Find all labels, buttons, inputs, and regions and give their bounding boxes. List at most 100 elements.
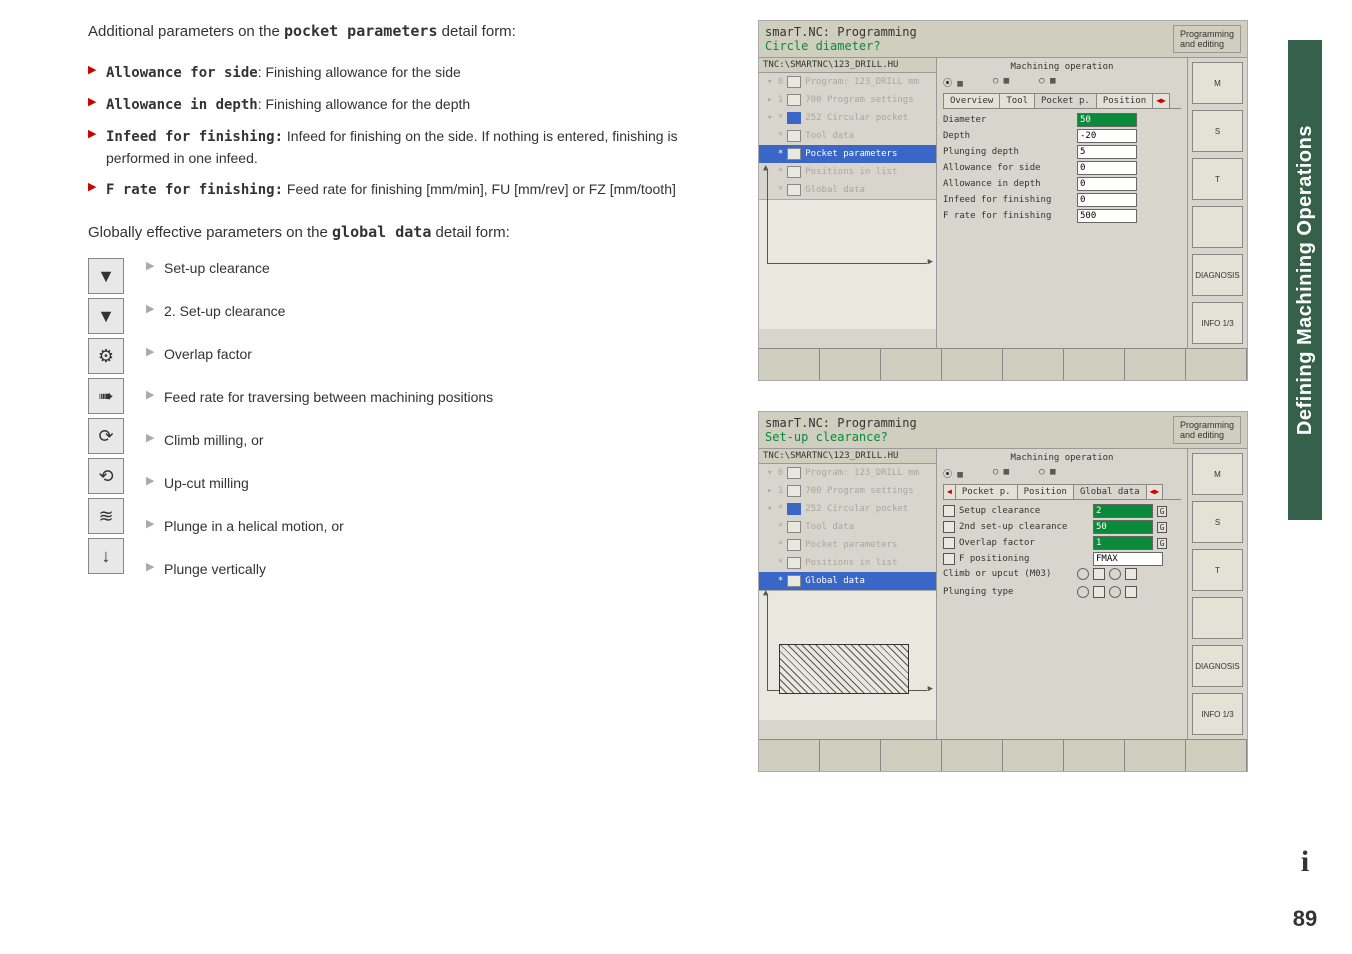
list-item: 2. Set-up clearance: [146, 301, 728, 322]
info-icon: i: [1290, 844, 1320, 880]
plunge-vertical-icon: ↓: [88, 538, 124, 574]
ss2-tree-header: TNC:\SMARTNC\123_DRILL.HU: [759, 449, 936, 464]
ss1-header-right: Programming and editing: [1173, 25, 1241, 53]
setup-clearance-icon: [943, 505, 955, 517]
ss2-title2: Set-up clearance?: [765, 430, 917, 444]
ss2-title1: smarT.NC: Programming: [765, 416, 917, 430]
second-setup-clearance-icon: ▼: [88, 298, 124, 334]
side-diagnosis-button[interactable]: DIAGNOSIS: [1192, 254, 1243, 296]
tab-pocket-p[interactable]: Pocket p.: [1034, 93, 1097, 108]
list-item: Set-up clearance: [146, 258, 728, 279]
climb-radio-group[interactable]: [1077, 568, 1137, 580]
form-row: 2nd set-up clearance50G: [943, 520, 1181, 534]
tree-item-active: *Pocket parameters: [759, 145, 936, 163]
list-item: Infeed for finishing: Infeed for finishi…: [88, 126, 728, 169]
side-t-button[interactable]: T: [1192, 158, 1243, 200]
ss1-softkey-bar: [759, 348, 1247, 380]
global-intro: Globally effective parameters on the glo…: [88, 221, 728, 245]
form-row: Plunging depth5: [943, 145, 1181, 159]
intro-text: Additional parameters on the pocket para…: [88, 20, 728, 44]
tree-item: *Positions in list: [759, 554, 936, 572]
intro-mono: pocket parameters: [284, 22, 438, 40]
tab-pocket-p[interactable]: Pocket p.: [955, 484, 1018, 499]
form-row: Allowance in depth0: [943, 177, 1181, 191]
form-row: Depth-20: [943, 129, 1181, 143]
form-row: Plunging type: [943, 586, 1181, 598]
pocket-params-list: Allowance for side: Finishing allowance …: [88, 62, 728, 201]
side-blank-button[interactable]: [1192, 206, 1243, 248]
climb-milling-icon: ⟳: [88, 418, 124, 454]
side-diagnosis-button[interactable]: DIAGNOSIS: [1192, 645, 1243, 687]
plunge-helical-icon: [1093, 586, 1105, 598]
overlap-factor-icon: [943, 537, 955, 549]
tree-item: *Positions in list: [759, 163, 936, 181]
ss1-side-buttons: M S T DIAGNOSIS INFO 1/3: [1187, 58, 1247, 348]
ss1-radio-row: ⦿ ▦○ ▦○ ▦: [943, 76, 1181, 89]
side-info-button[interactable]: INFO 1/3: [1192, 302, 1243, 344]
tab-scroll-right-icon[interactable]: ◀▶: [1146, 484, 1164, 499]
ss2-tabs: ◀ Pocket p. Position Global data ◀▶: [943, 484, 1181, 500]
ss1-form-header: Machining operation: [943, 62, 1181, 72]
side-tab: Defining Machining Operations: [1288, 40, 1322, 520]
tree-item: *Tool data: [759, 518, 936, 536]
intro-suffix: detail form:: [437, 23, 515, 40]
feed-traverse-icon: ➠: [88, 378, 124, 414]
list-item: Allowance for side: Finishing allowance …: [88, 62, 728, 84]
list-item: Plunge vertically: [146, 559, 728, 580]
form-row: F positioningFMAX: [943, 552, 1181, 566]
form-row: Climb or upcut (M03): [943, 568, 1181, 580]
f-positioning-icon: [943, 553, 955, 565]
ss1-title2: Circle diameter?: [765, 39, 917, 53]
tree-item: ▾ 0Program: 123_DRILL mm: [759, 464, 936, 482]
tab-global-data[interactable]: Global data: [1073, 484, 1147, 499]
tab-overview[interactable]: Overview: [943, 93, 1000, 108]
setup-clearance-icon: ▼: [88, 258, 124, 294]
ss2-side-buttons: M S T DIAGNOSIS INFO 1/3: [1187, 449, 1247, 739]
tab-position[interactable]: Position: [1017, 484, 1074, 499]
side-s-button[interactable]: S: [1192, 110, 1243, 152]
side-s-button[interactable]: S: [1192, 501, 1243, 543]
list-item: Climb milling, or: [146, 430, 728, 451]
tree-item-active: *Global data: [759, 572, 936, 590]
ss1-title1: smarT.NC: Programming: [765, 25, 917, 39]
tree-item: *Tool data: [759, 127, 936, 145]
ss2-softkey-bar: [759, 739, 1247, 771]
ss2-form-header: Machining operation: [943, 453, 1181, 463]
screenshot-global-data: smarT.NC: Programming Set-up clearance? …: [758, 411, 1248, 772]
tab-position[interactable]: Position: [1096, 93, 1153, 108]
list-item: Plunge in a helical motion, or: [146, 516, 728, 537]
g-badge: G: [1157, 522, 1167, 533]
tree-item: *Pocket parameters: [759, 536, 936, 554]
tab-scroll-arrow-icon[interactable]: ◀▶: [1152, 93, 1170, 108]
g-badge: G: [1157, 538, 1167, 549]
side-m-button[interactable]: M: [1192, 62, 1243, 104]
second-setup-clearance-icon: [943, 521, 955, 533]
g-badge: G: [1157, 506, 1167, 517]
tree-item: ▾ 0Program: 123_DRILL mm: [759, 73, 936, 91]
ss1-tabs: Overview Tool Pocket p. Position ◀▶: [943, 93, 1181, 109]
side-m-button[interactable]: M: [1192, 453, 1243, 495]
list-item: Feed rate for traversing between machini…: [146, 387, 728, 408]
side-tab-text: Defining Machining Operations: [1294, 125, 1317, 435]
tree-item: ▾ *252 Circular pocket: [759, 500, 936, 518]
tree-item: ▸ 1700 Program settings: [759, 482, 936, 500]
form-row: Diameter50: [943, 113, 1181, 127]
tree-item: ▸ 1700 Program settings: [759, 91, 936, 109]
side-info-button[interactable]: INFO 1/3: [1192, 693, 1243, 735]
global-icons-column: ▼ ▼ ⚙ ➠ ⟳ ⟲ ≋ ↓: [88, 258, 128, 602]
form-row: Overlap factor1G: [943, 536, 1181, 550]
list-item: Up-cut milling: [146, 473, 728, 494]
global-data-list: Set-up clearance 2. Set-up clearance Ove…: [146, 258, 728, 602]
plunge-helical-icon: ≋: [88, 498, 124, 534]
plunge-radio-group[interactable]: [1077, 586, 1137, 598]
list-item: Overlap factor: [146, 344, 728, 365]
ss2-diagram: [759, 590, 936, 720]
page-number: 89: [1288, 906, 1322, 932]
side-blank-button[interactable]: [1192, 597, 1243, 639]
form-row: Infeed for finishing0: [943, 193, 1181, 207]
side-t-button[interactable]: T: [1192, 549, 1243, 591]
tab-tool[interactable]: Tool: [999, 93, 1035, 108]
screenshot-pocket-params: smarT.NC: Programming Circle diameter? P…: [758, 20, 1248, 381]
ss2-header-right: Programming and editing: [1173, 416, 1241, 444]
form-row: Allowance for side0: [943, 161, 1181, 175]
